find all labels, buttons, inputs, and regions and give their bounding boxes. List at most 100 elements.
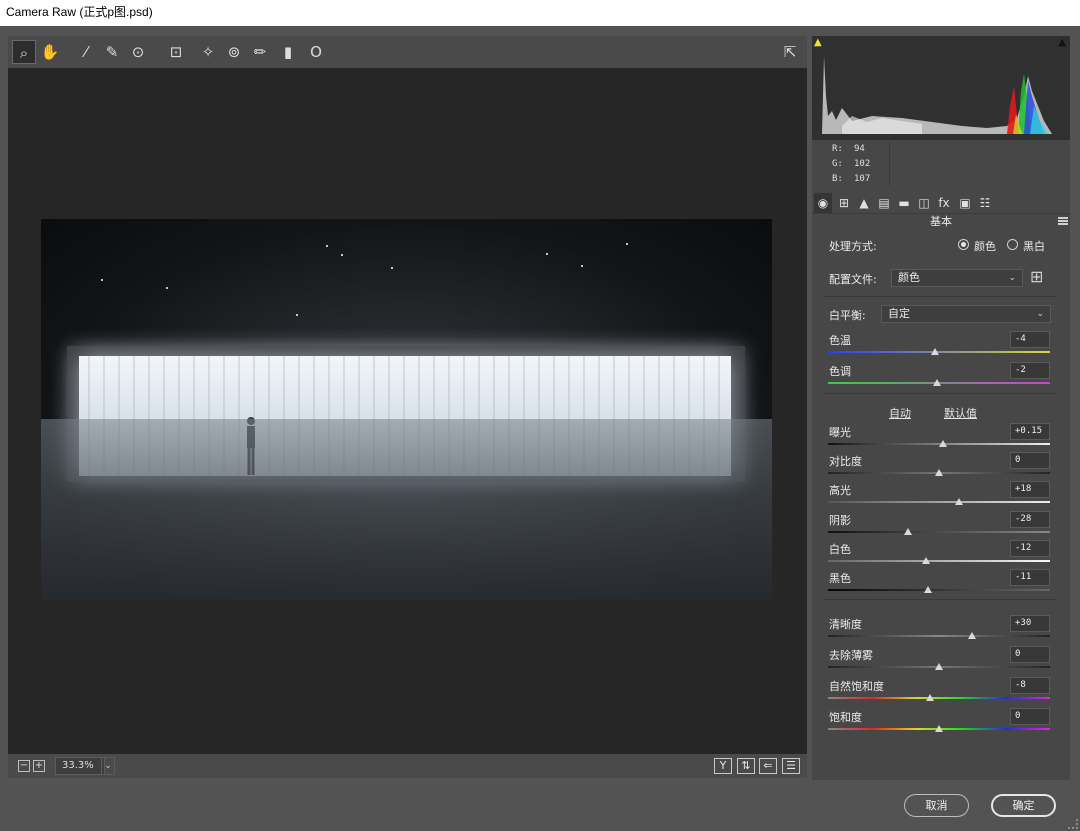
panel-title: 基本: [930, 215, 952, 228]
zoom-level[interactable]: 33.3%: [55, 757, 105, 775]
red-eye-tool[interactable]: ⊚: [222, 40, 246, 64]
blacks-label: 黑色: [829, 572, 851, 585]
shadow-clipping-icon[interactable]: ▲: [814, 37, 822, 48]
zoom-tool[interactable]: ⌕: [12, 40, 36, 64]
treatment-bw-label: 黑白: [1023, 240, 1045, 253]
saturation-slider-thumb[interactable]: [935, 725, 943, 732]
whites-slider-thumb[interactable]: [921, 557, 930, 564]
cancel-button[interactable]: 取消: [904, 794, 969, 817]
highlights-slider-thumb[interactable]: [954, 498, 963, 505]
contrast-slider-thumb[interactable]: [935, 469, 943, 476]
chevron-down-icon: ⌄: [1008, 273, 1016, 283]
r-value: 94: [854, 144, 865, 154]
preview-image: [41, 219, 772, 600]
color-sampler-tool[interactable]: ✎: [100, 40, 124, 64]
image-viewer[interactable]: [8, 68, 807, 754]
whites-slider-track[interactable]: [828, 560, 1050, 562]
exposure-value-field[interactable]: +0.15: [1010, 423, 1050, 440]
adjustment-brush-tool[interactable]: ✏: [248, 40, 272, 64]
treatment-bw-radio[interactable]: [1007, 239, 1018, 250]
graduated-filter-tool[interactable]: ▮: [276, 40, 300, 64]
tab-calibration[interactable]: ▣: [956, 193, 974, 213]
auto-link[interactable]: 自动: [889, 405, 911, 421]
targeted-adjustment-tool[interactable]: ⊙: [126, 40, 150, 64]
copy-settings-icon[interactable]: ⇐: [759, 758, 777, 774]
tint-slider-thumb[interactable]: [932, 379, 941, 386]
adjustment-panel: ▲ ▲ R: 94 G: 102 B: 107 ◉ ⊞ ▲ ▤ ▬ ◫ fx ▣ ☷ 基本 处理方式:…: [812, 36, 1070, 780]
vibrance-value-field[interactable]: -8: [1010, 677, 1050, 694]
zoom-out-button[interactable]: −: [18, 760, 30, 772]
dehaze-slider-thumb[interactable]: [935, 663, 943, 670]
vibrance-slider-track[interactable]: [828, 697, 1050, 699]
default-link[interactable]: 默认值: [944, 405, 977, 421]
status-bar: − + 33.3% ⌄ Y ⇅ ⇐ ☰: [8, 754, 807, 778]
panel-tabs: ◉ ⊞ ▲ ▤ ▬ ◫ fx ▣ ☷: [812, 192, 1070, 214]
vibrance-slider-thumb[interactable]: [926, 694, 935, 701]
saturation-label: 饱和度: [829, 711, 862, 724]
temperature-slider-thumb[interactable]: [930, 348, 939, 355]
shadows-slider-thumb[interactable]: [903, 528, 912, 535]
g-value: 102: [854, 159, 871, 169]
white-balance-value: 自定: [888, 307, 910, 320]
white-balance-select[interactable]: 自定 ⌄: [881, 305, 1051, 323]
shadows-label: 阴影: [829, 514, 851, 527]
temperature-value-field[interactable]: -4: [1010, 331, 1050, 348]
histogram: ▲ ▲: [812, 36, 1070, 140]
shadows-value-field[interactable]: -28: [1010, 511, 1050, 528]
white-balance-tool[interactable]: ⁄: [74, 40, 98, 64]
contrast-value-field[interactable]: 0: [1010, 452, 1050, 469]
highlight-clipping-icon[interactable]: ▲: [1058, 37, 1066, 48]
vibrance-label: 自然饱和度: [829, 680, 884, 693]
b-label: B:: [832, 174, 843, 184]
profile-value: 颜色: [898, 271, 920, 284]
blacks-value-field[interactable]: -11: [1010, 569, 1050, 586]
before-after-view-icon[interactable]: Y: [714, 758, 732, 774]
tab-basic[interactable]: ◉: [814, 193, 832, 213]
blacks-slider-thumb[interactable]: [923, 586, 932, 593]
b-value: 107: [854, 174, 871, 184]
g-label: G:: [832, 159, 843, 169]
whites-label: 白色: [829, 543, 851, 556]
crop-tool[interactable]: ⊡: [164, 40, 188, 64]
hand-tool[interactable]: ✋: [38, 40, 62, 64]
white-balance-label: 白平衡:: [829, 309, 866, 322]
tab-effects[interactable]: fx: [935, 193, 953, 213]
tab-detail[interactable]: ▲: [855, 193, 873, 213]
tab-lens[interactable]: ◫: [915, 193, 933, 213]
radial-filter-tool[interactable]: O: [304, 40, 328, 64]
view-settings-icon[interactable]: ☰: [782, 758, 800, 774]
tab-tone-curve[interactable]: ⊞: [835, 193, 853, 213]
profile-select[interactable]: 颜色 ⌄: [891, 269, 1023, 287]
blacks-slider-track[interactable]: [828, 589, 1050, 591]
dehaze-value-field[interactable]: 0: [1010, 646, 1050, 663]
window-title: Camera Raw (正式p图.psd): [0, 0, 1080, 26]
tint-value-field[interactable]: -2: [1010, 362, 1050, 379]
exposure-slider-thumb[interactable]: [939, 440, 948, 447]
swap-settings-icon[interactable]: ⇅: [737, 758, 755, 774]
panel-menu-icon[interactable]: [1058, 217, 1068, 225]
treatment-color-label: 颜色: [974, 240, 996, 253]
tab-presets[interactable]: ☷: [976, 193, 994, 213]
shadows-slider-track[interactable]: [828, 531, 1050, 533]
clarity-label: 清晰度: [829, 618, 862, 631]
treatment-color-radio[interactable]: [958, 239, 969, 250]
profile-browser-icon[interactable]: ⊞: [1030, 267, 1043, 286]
clarity-slider-thumb[interactable]: [968, 632, 977, 639]
resize-grip[interactable]: [1068, 819, 1078, 829]
zoom-dropdown[interactable]: ⌄: [101, 757, 115, 775]
clarity-value-field[interactable]: +30: [1010, 615, 1050, 632]
highlights-slider-track[interactable]: [828, 501, 1050, 503]
tab-hsl[interactable]: ▤: [875, 193, 893, 213]
whites-value-field[interactable]: -12: [1010, 540, 1050, 557]
saturation-value-field[interactable]: 0: [1010, 708, 1050, 725]
tab-split-toning[interactable]: ▬: [895, 193, 913, 213]
spot-removal-tool[interactable]: ✧: [196, 40, 220, 64]
temperature-slider-track[interactable]: [828, 351, 1050, 353]
r-label: R:: [832, 144, 843, 154]
ok-button[interactable]: 确定: [991, 794, 1056, 817]
clarity-slider-track[interactable]: [828, 635, 1050, 637]
chevron-down-icon: ⌄: [1036, 309, 1044, 319]
fullscreen-toggle-icon[interactable]: ⇱: [778, 40, 802, 64]
highlights-value-field[interactable]: +18: [1010, 481, 1050, 498]
zoom-in-button[interactable]: +: [33, 760, 45, 772]
